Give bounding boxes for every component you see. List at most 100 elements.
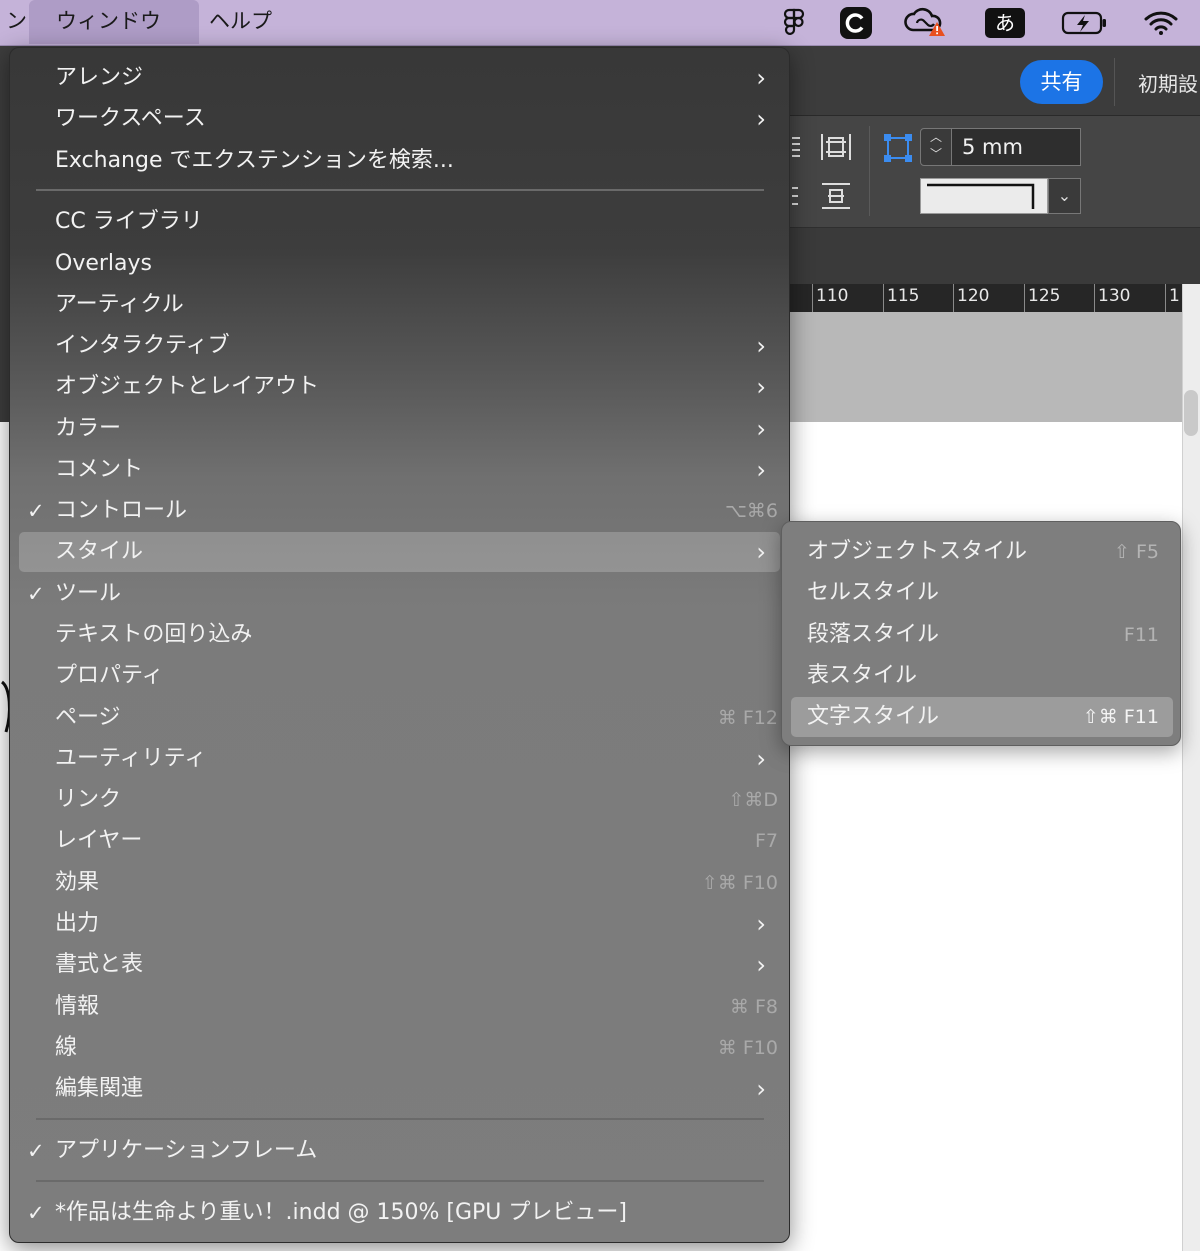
menu-item-shortcut: ⌘ F10 xyxy=(717,1037,778,1059)
ruler-label: 115 xyxy=(887,286,920,306)
menu-item-8[interactable]: カラー › xyxy=(19,409,780,449)
chevron-right-icon: › xyxy=(756,373,766,401)
menubar-item-window[interactable]: ウィンドウ xyxy=(29,0,199,44)
menu-separator xyxy=(36,1180,764,1182)
submenu-item-1[interactable]: セルスタイル xyxy=(791,573,1173,613)
menu-item-18[interactable]: レイヤー F7 xyxy=(19,821,780,861)
figma-icon[interactable] xyxy=(779,6,809,40)
menu-item-label: 情報 xyxy=(55,994,100,1019)
wifi-icon[interactable] xyxy=(1142,6,1180,40)
menu-item-1[interactable]: ワークスペース › xyxy=(19,99,780,139)
menu-item-label: スタイル xyxy=(55,539,144,564)
menu-item-16[interactable]: ユーティリティ › xyxy=(19,739,780,779)
menu-item-label: ワークスペース xyxy=(55,106,206,131)
chevron-right-icon: › xyxy=(756,105,766,133)
menu-item-9[interactable]: コメント › xyxy=(19,450,780,490)
ruler-label: 120 xyxy=(957,286,990,306)
menu-item-26[interactable]: ✓ *作品は生命より重い！.indd @ 150% [GPU プレビュー] xyxy=(19,1193,780,1233)
menu-item-label: リンク xyxy=(55,787,122,812)
menu-item-label: 効果 xyxy=(55,870,100,895)
menu-item-15[interactable]: ページ ⌘ F12 xyxy=(19,698,780,738)
chevron-right-icon: › xyxy=(756,64,766,92)
menu-item-12[interactable]: ✓ ツール xyxy=(19,574,780,614)
submenu-item-label: セルスタイル xyxy=(807,580,940,605)
checkmark-icon: ✓ xyxy=(27,1201,45,1225)
menu-item-19[interactable]: 効果 ⇧⌘ F10 xyxy=(19,863,780,903)
menu-item-label: アーティクル xyxy=(55,292,184,317)
menu-item-10[interactable]: ✓ コントロール ⌥⌘6 xyxy=(19,491,780,531)
stroke-weight-input[interactable]: 5 mm xyxy=(951,128,1081,166)
chevron-right-icon: › xyxy=(756,1075,766,1103)
stroke-type-preview[interactable] xyxy=(920,178,1048,214)
menu-item-label: プロパティ xyxy=(55,663,164,688)
menu-item-label: *作品は生命より重い！.indd @ 150% [GPU プレビュー] xyxy=(55,1200,627,1225)
header-divider xyxy=(1114,58,1115,106)
checkmark-icon: ✓ xyxy=(27,499,45,523)
menu-item-7[interactable]: オブジェクトとレイアウト › xyxy=(19,367,780,407)
submenu-item-label: 文字スタイル xyxy=(807,704,940,729)
ruler-label: 125 xyxy=(1028,286,1061,306)
menu-item-5[interactable]: アーティクル xyxy=(19,285,780,325)
menu-item-label: テキストの回り込み xyxy=(55,622,253,647)
stroke-weight-stepper[interactable]: ︿ ﹀ xyxy=(920,128,952,166)
menu-item-label: アプリケーションフレーム xyxy=(55,1138,318,1163)
menu-item-4[interactable]: Overlays xyxy=(19,244,780,284)
window-menu: アレンジ › ワークスペース › Exchange でエクステンションを検索... CC … xyxy=(9,47,790,1243)
submenu-item-0[interactable]: オブジェクトスタイル ⇧ F5 xyxy=(791,532,1173,572)
submenu-item-shortcut: ⇧ F5 xyxy=(1114,541,1159,563)
menu-item-label: アレンジ xyxy=(55,65,144,90)
submenu-item-shortcut: F11 xyxy=(1123,624,1159,646)
menu-item-20[interactable]: 出力 › xyxy=(19,904,780,944)
submenu-item-label: オブジェクトスタイル xyxy=(807,539,1028,564)
workspace-preset-label[interactable]: 初期設 xyxy=(1138,68,1198,97)
submenu-item-shortcut: ⇧⌘ F11 xyxy=(1082,706,1159,728)
menu-item-11[interactable]: スタイル › xyxy=(19,532,780,572)
menubar: ン ウィンドウ ヘルプ あ xyxy=(0,0,1200,46)
menu-item-shortcut: ⇧⌘D xyxy=(728,789,778,811)
battery-charging-icon[interactable] xyxy=(1060,6,1110,40)
menu-item-13[interactable]: テキストの回り込み xyxy=(19,615,780,655)
submenu-item-label: 段落スタイル xyxy=(807,622,940,647)
menu-item-label: ツール xyxy=(55,581,122,606)
menu-item-17[interactable]: リンク ⇧⌘D xyxy=(19,780,780,820)
menu-item-21[interactable]: 書式と表 › xyxy=(19,945,780,985)
chevron-right-icon: › xyxy=(756,538,766,566)
submenu-item-label: 表スタイル xyxy=(807,663,918,688)
menu-item-6[interactable]: インタラクティブ › xyxy=(19,326,780,366)
distribute-vertical-icon[interactable] xyxy=(818,178,854,214)
menu-separator xyxy=(36,189,764,191)
chevron-right-icon: › xyxy=(756,332,766,360)
submenu-item-3[interactable]: 表スタイル xyxy=(791,656,1173,696)
menu-item-25[interactable]: ✓ アプリケーションフレーム xyxy=(19,1131,780,1171)
menu-item-shortcut: F7 xyxy=(754,830,778,852)
menu-item-2[interactable]: Exchange でエクステンションを検索... xyxy=(19,141,780,181)
menu-item-14[interactable]: プロパティ xyxy=(19,656,780,696)
scrollbar-thumb[interactable] xyxy=(1184,390,1198,436)
distribute-horizontal-icon[interactable] xyxy=(818,130,854,166)
share-button[interactable]: 共有 xyxy=(1020,60,1103,104)
control-panel-divider xyxy=(869,126,870,216)
menu-item-label: レイヤー xyxy=(55,828,143,853)
reference-point-icon[interactable] xyxy=(880,130,916,166)
checkmark-icon: ✓ xyxy=(27,1139,45,1163)
menu-item-0[interactable]: アレンジ › xyxy=(19,58,780,98)
menu-item-label: ページ xyxy=(55,705,121,730)
submenu-item-4[interactable]: 文字スタイル ⇧⌘ F11 xyxy=(791,697,1173,737)
menu-item-22[interactable]: 情報 ⌘ F8 xyxy=(19,987,780,1027)
menu-item-label: 編集関連 xyxy=(55,1076,144,1101)
menubar-item-help[interactable]: ヘルプ xyxy=(197,0,284,44)
chevron-down-icon[interactable]: ⌄ xyxy=(1048,178,1081,214)
menu-item-shortcut: ⌘ F8 xyxy=(729,996,778,1018)
ime-icon[interactable]: あ xyxy=(984,6,1026,40)
creative-cloud-icon[interactable] xyxy=(903,6,949,40)
chevron-right-icon: › xyxy=(756,910,766,938)
menu-item-23[interactable]: 線 ⌘ F10 xyxy=(19,1028,780,1068)
menu-separator xyxy=(36,1118,764,1120)
menu-item-3[interactable]: CC ライブラリ xyxy=(19,202,780,242)
ruler-label: 110 xyxy=(816,286,849,306)
menu-item-shortcut: ⌥⌘6 xyxy=(725,500,778,522)
c-app-icon[interactable] xyxy=(838,6,874,40)
submenu-item-2[interactable]: 段落スタイル F11 xyxy=(791,615,1173,655)
chevron-right-icon: › xyxy=(756,456,766,484)
menu-item-24[interactable]: 編集関連 › xyxy=(19,1069,780,1109)
